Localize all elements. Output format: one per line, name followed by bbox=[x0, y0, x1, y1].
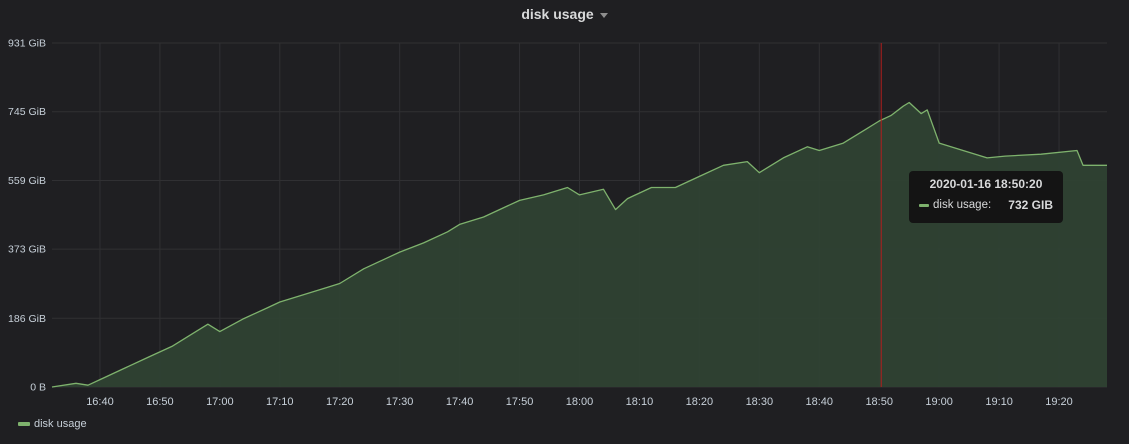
x-tick-label: 17:40 bbox=[446, 396, 474, 408]
x-tick-label: 17:10 bbox=[266, 396, 294, 408]
tooltip-time: 2020-01-16 18:50:20 bbox=[929, 177, 1043, 191]
x-tick-label: 17:20 bbox=[326, 396, 354, 408]
y-tick-label: 373 GiB bbox=[8, 244, 46, 256]
x-tick-label: 18:50 bbox=[865, 396, 893, 408]
tooltip-value: 732 GIB bbox=[1008, 198, 1053, 212]
y-tick-label: 931 GiB bbox=[8, 38, 46, 50]
x-tick-label: 19:10 bbox=[985, 396, 1013, 408]
y-tick-label: 745 GiB bbox=[8, 106, 46, 118]
x-tick-label: 16:40 bbox=[86, 396, 114, 408]
graph-panel: disk usage 0 B 186 GiB 373 GiB 559 GiB 745 G… bbox=[0, 0, 1129, 444]
x-axis: 16:40 16:50 17:00 17:10 17:20 17:30 17:40 17:50… bbox=[86, 396, 1073, 408]
hover-tooltip: 2020-01-16 18:50:20 disk usage: 732 GIB bbox=[909, 171, 1063, 223]
x-tick-label: 19:00 bbox=[925, 396, 953, 408]
x-tick-label: 18:40 bbox=[806, 396, 834, 408]
x-tick-label: 17:00 bbox=[206, 396, 234, 408]
x-tick-label: 16:50 bbox=[146, 396, 174, 408]
x-tick-label: 18:10 bbox=[626, 396, 654, 408]
legend-swatch-icon bbox=[18, 422, 30, 426]
x-tick-label: 19:20 bbox=[1045, 396, 1073, 408]
x-tick-label: 18:30 bbox=[746, 396, 774, 408]
legend[interactable]: disk usage bbox=[18, 418, 87, 430]
y-tick-label: 186 GiB bbox=[8, 313, 46, 325]
y-axis: 0 B 186 GiB 373 GiB 559 GiB 745 GiB 931 GiB bbox=[8, 38, 46, 394]
x-tick-label: 17:50 bbox=[506, 396, 534, 408]
y-tick-label: 559 GiB bbox=[8, 175, 46, 187]
y-tick-label: 0 B bbox=[30, 382, 46, 394]
tooltip-row: disk usage: 732 GIB bbox=[919, 198, 1053, 212]
x-tick-label: 18:00 bbox=[566, 396, 594, 408]
x-tick-label: 18:20 bbox=[686, 396, 714, 408]
series-swatch-icon bbox=[919, 203, 929, 207]
tooltip-series-label: disk usage: bbox=[933, 199, 992, 211]
legend-item-disk-usage[interactable]: disk usage bbox=[34, 418, 87, 430]
x-tick-label: 17:30 bbox=[386, 396, 414, 408]
